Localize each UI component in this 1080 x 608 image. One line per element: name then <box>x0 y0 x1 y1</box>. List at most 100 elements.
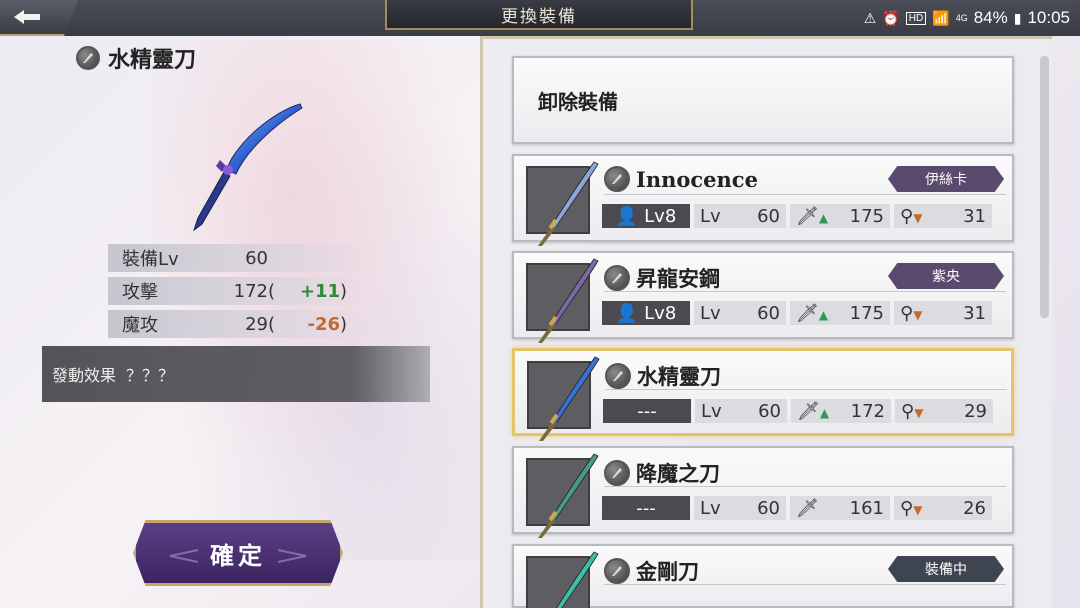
back-arrow-icon <box>14 10 40 24</box>
char-level: --- <box>636 497 656 519</box>
effect-value: ？？？ <box>126 366 175 385</box>
down-arrow-icon: ▼ <box>913 502 923 517</box>
chevron-right-icon <box>277 549 307 563</box>
level-cell: Lv 60 <box>694 496 786 520</box>
wand-icon: ⚲▼ <box>900 205 923 227</box>
attack-value: 175 <box>849 302 884 324</box>
item-name: 昇龍安鋼 <box>636 266 720 291</box>
lv-label: Lv <box>701 400 722 422</box>
stat-delta: -26 <box>307 313 340 335</box>
divider <box>604 194 1006 195</box>
blade-icon <box>605 363 631 389</box>
weapon-thumbnail-icon <box>538 161 599 246</box>
stat-row-magic-attack: 魔攻 29 ( -26 ) <box>108 310 368 338</box>
paren-close: ) <box>340 280 348 302</box>
owner-tag: 伊絲卡 <box>888 166 1004 192</box>
divider <box>604 584 1006 585</box>
battery-icon: ▮ <box>1013 9 1022 26</box>
stat-row-attack: 攻擊 172 ( +11 ) <box>108 277 368 305</box>
down-arrow-icon: ▼ <box>913 210 923 225</box>
confirm-button[interactable]: 確定 <box>133 520 343 586</box>
divider <box>604 486 1006 487</box>
paren-open: ( <box>268 313 276 335</box>
up-arrow-icon: ▲ <box>818 210 829 225</box>
stat-delta: +11 <box>299 280 340 302</box>
weapon-name: 水精靈刀 <box>108 47 197 73</box>
network-label: 4G <box>955 13 968 23</box>
attack-value: 172 <box>850 400 885 422</box>
equipment-card[interactable]: 金剛刀 裝備中 <box>512 544 1014 608</box>
equipped-character: --- <box>602 496 690 520</box>
blade-icon <box>76 46 100 70</box>
item-stats: --- Lv 60 🗡 161 ⚲▼ 26 <box>602 496 992 522</box>
unequip-button[interactable]: 卸除裝備 <box>512 56 1014 144</box>
char-level: Lv8 <box>644 302 677 324</box>
weapon-thumbnail-icon <box>556 551 599 608</box>
blade-icon <box>604 166 630 192</box>
lv-label: Lv <box>700 497 721 519</box>
paren-open: ( <box>268 280 276 302</box>
weapon-title: 水精靈刀 <box>76 42 196 74</box>
chevron-left-icon <box>169 549 199 563</box>
magic-cell: ⚲▼ 26 <box>894 496 992 520</box>
magic-cell: ⚲▼ 31 <box>894 204 992 228</box>
list-scrollbar[interactable] <box>1040 56 1049 318</box>
weapon-thumbnail <box>526 453 599 538</box>
char-level: Lv8 <box>644 205 677 227</box>
blade-icon <box>604 460 630 486</box>
up-arrow-icon: ▲ <box>819 405 830 420</box>
equipped-character: --- <box>603 399 691 423</box>
weapon-thumbnail-icon <box>539 356 600 441</box>
clock: 10:05 <box>1027 8 1070 27</box>
stat-value: 60 <box>245 247 268 269</box>
equipped-character: 👤 Lv8 <box>602 301 690 325</box>
sword-icon: 🗡 <box>796 497 819 519</box>
magic-cell: ⚲▼ 31 <box>894 301 992 325</box>
weapon-thumbnail <box>526 161 599 246</box>
attack-cell: 🗡 161 <box>790 496 890 520</box>
magic-value: 29 <box>964 400 987 422</box>
equipment-card[interactable]: Innocence 伊絲卡 👤 Lv8 Lv 60 🗡▲ 175 ⚲▼ 31 <box>512 154 1014 246</box>
person-icon: 👤 <box>615 205 639 227</box>
divider <box>605 389 1007 390</box>
stat-label: 攻擊 <box>122 282 158 303</box>
equipment-card[interactable]: 昇龍安鋼 紫央 👤 Lv8 Lv 60 🗡▲ 175 ⚲▼ 31 <box>512 251 1014 343</box>
wifi-icon: 📶 <box>932 9 950 26</box>
stat-value: 29 <box>245 313 268 335</box>
item-name: 降魔之刀 <box>636 461 720 486</box>
magic-value: 31 <box>963 205 986 227</box>
divider <box>604 291 1006 292</box>
battery-percent: 84% <box>973 8 1008 27</box>
item-title: 水精靈刀 <box>605 361 721 391</box>
equipment-card[interactable]: 水精靈刀 --- Lv 60 🗡▲ 172 ⚲▼ 29 <box>512 348 1014 441</box>
stat-label: 裝備Lv <box>122 249 179 270</box>
up-arrow-icon: ▲ <box>818 307 829 322</box>
attack-cell: 🗡▲ 172 <box>791 399 891 423</box>
level-value: 60 <box>757 497 780 519</box>
hd-icon: HD <box>905 11 927 25</box>
blade-icon <box>604 265 630 291</box>
item-title: 降魔之刀 <box>604 458 720 488</box>
item-name: 金剛刀 <box>636 559 699 584</box>
magic-value: 31 <box>963 302 986 324</box>
item-title: 昇龍安鋼 <box>604 263 720 293</box>
attack-value: 161 <box>849 497 884 519</box>
wand-icon: ⚲▼ <box>901 400 924 422</box>
equipment-card[interactable]: 降魔之刀 --- Lv 60 🗡 161 ⚲▼ 26 <box>512 446 1014 538</box>
page-title: 更換裝備 <box>385 0 693 30</box>
lv-label: Lv <box>700 205 721 227</box>
item-stats: --- Lv 60 🗡▲ 172 ⚲▼ 29 <box>603 399 993 425</box>
wand-icon: ⚲▼ <box>900 497 923 519</box>
sword-icon: 🗡▲ <box>796 302 829 324</box>
owner-tag: 紫央 <box>888 263 1004 289</box>
stat-row-equip-level: 裝備Lv 60 <box>108 244 368 272</box>
magic-value: 26 <box>963 497 986 519</box>
level-cell: Lv 60 <box>694 204 786 228</box>
blade-icon <box>604 558 630 584</box>
paren-close: ) <box>340 313 348 335</box>
effect-panel: 發動效果 ？？？ <box>42 346 430 402</box>
weapon-thumbnail <box>527 356 600 441</box>
lv-label: Lv <box>700 302 721 324</box>
alarm-icon: ⏰ <box>882 9 900 26</box>
stat-label: 魔攻 <box>122 315 158 336</box>
